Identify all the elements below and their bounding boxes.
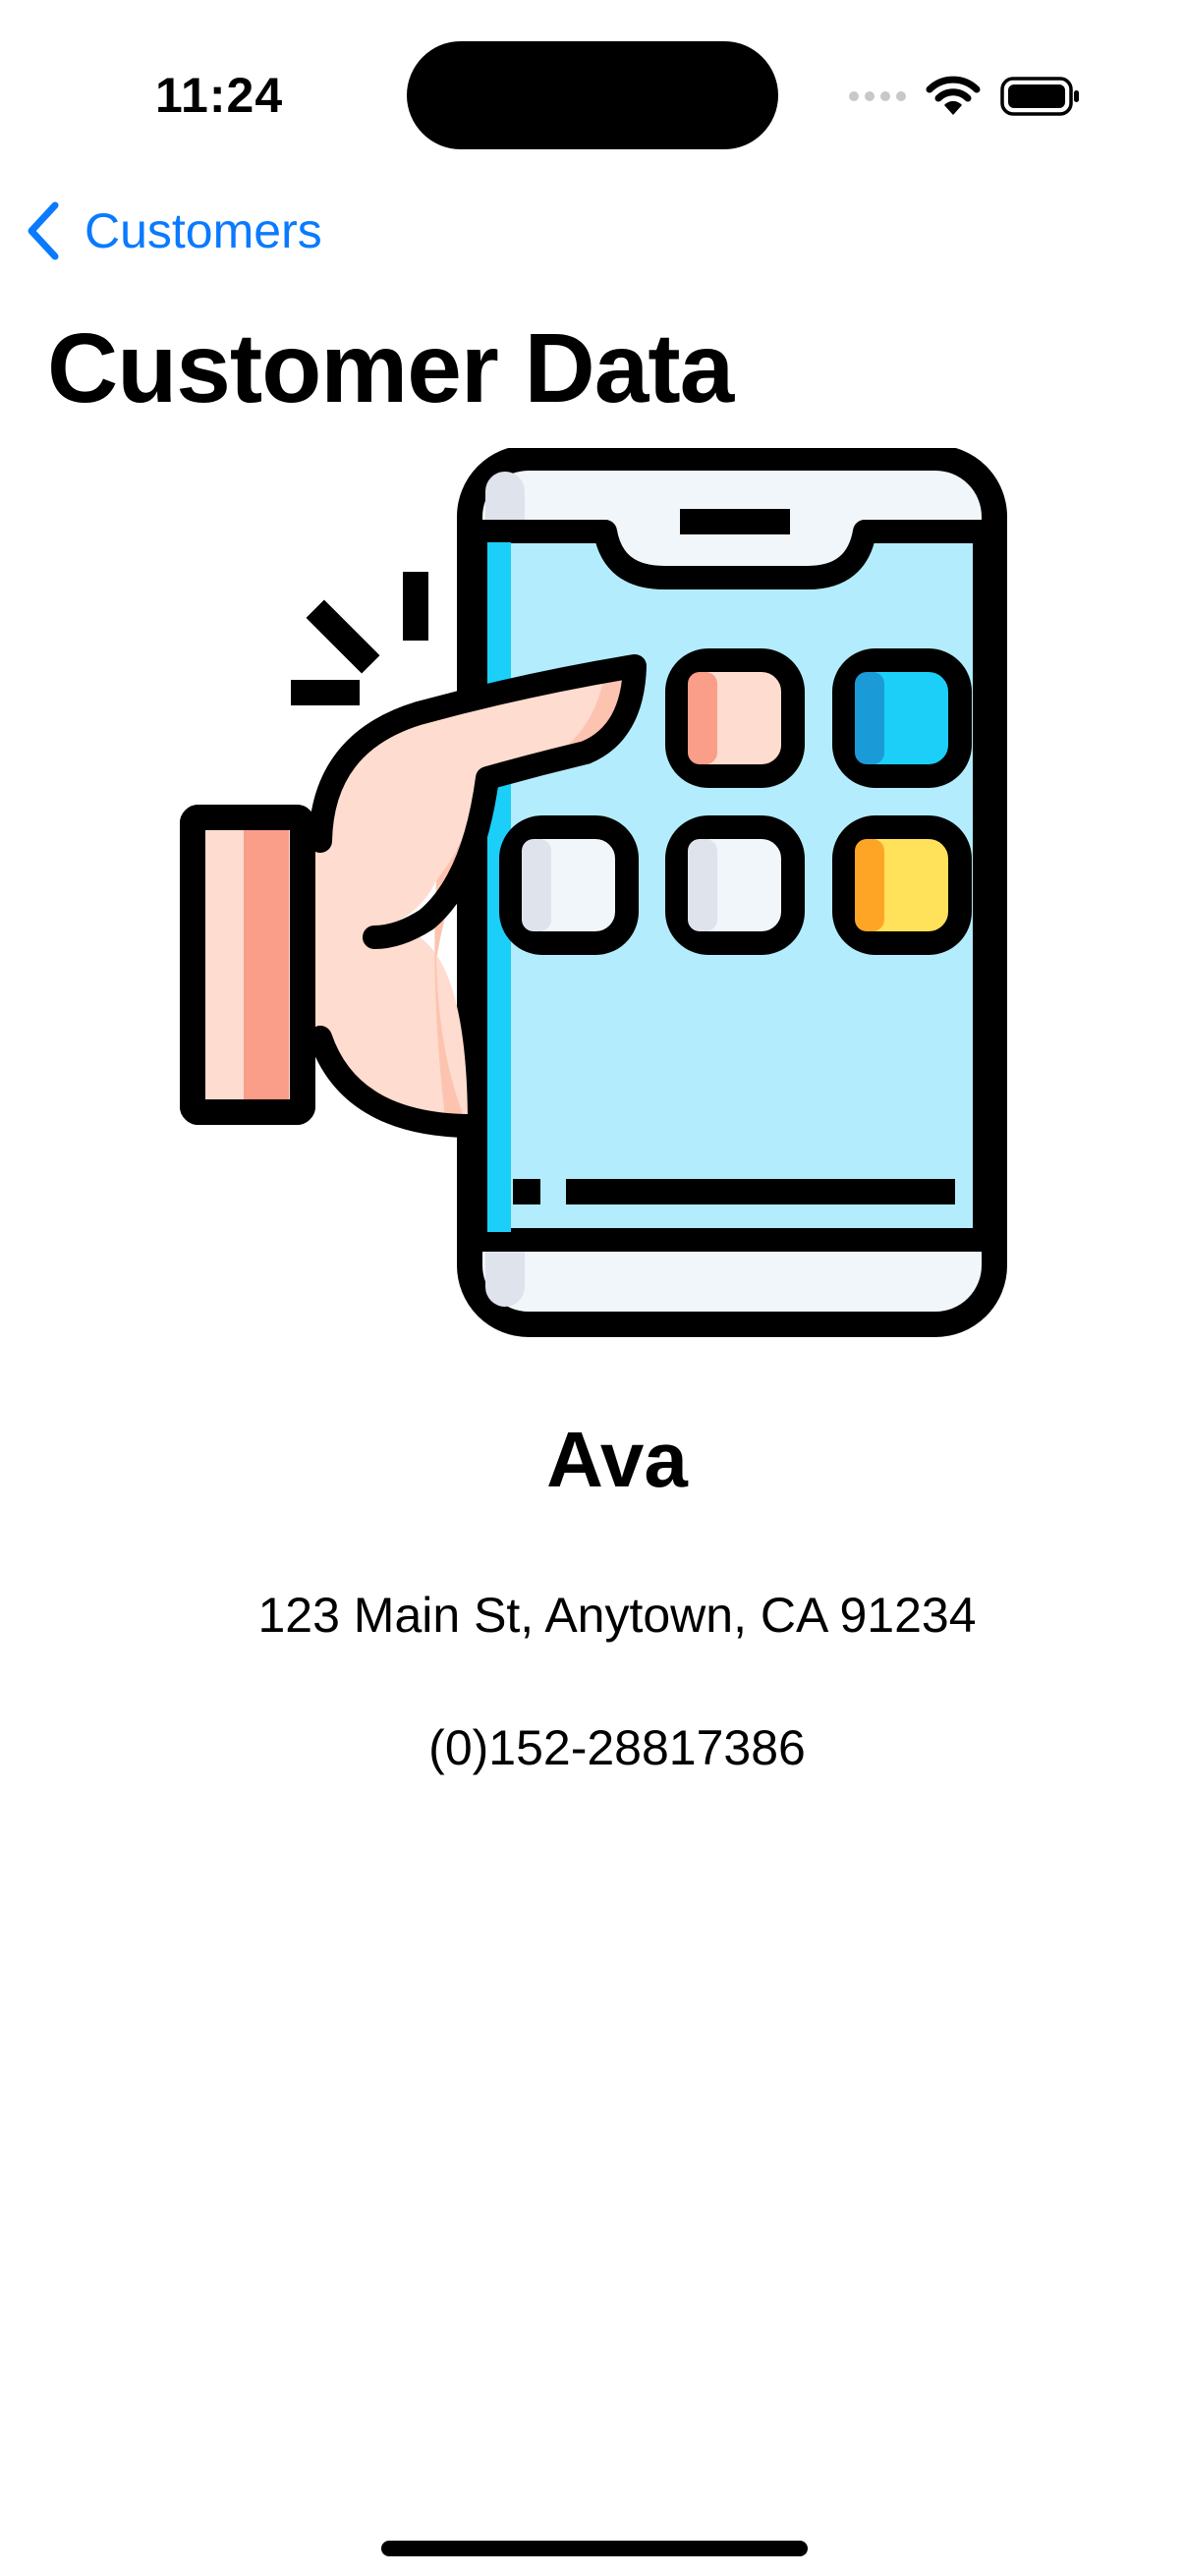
home-indicator[interactable] (381, 2541, 808, 2556)
customer-name: Ava (546, 1416, 688, 1503)
customer-phone: (0)152-28817386 (428, 1720, 806, 1775)
status-icons (849, 73, 1081, 120)
chevron-left-icon (28, 201, 59, 260)
page-title: Customer Data (47, 313, 734, 423)
back-button[interactable]: Customers (24, 196, 322, 265)
wifi-icon (926, 76, 981, 115)
back-button-label: Customers (85, 203, 322, 258)
signal-dots-icon (849, 91, 906, 101)
hand-tapping-smartphone-icon (180, 448, 1007, 1337)
status-bar: 11:24 (0, 0, 1185, 196)
customer-address: 123 Main St, Anytown, CA 91234 (257, 1588, 977, 1643)
battery-icon (1000, 77, 1079, 116)
status-time: 11:24 (155, 68, 284, 123)
dynamic-island (407, 41, 778, 149)
